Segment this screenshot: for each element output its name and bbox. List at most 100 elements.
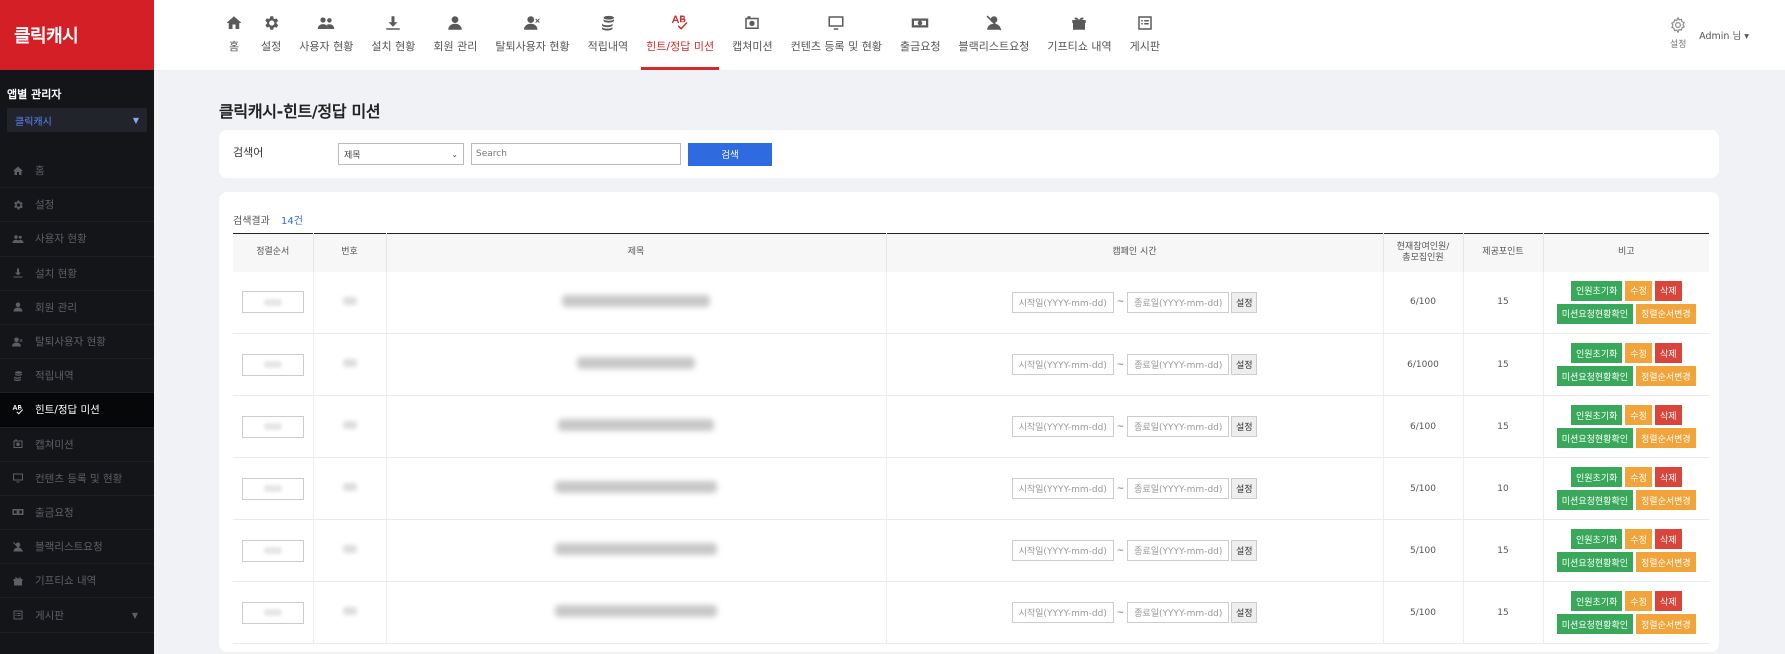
mission-status-button[interactable]: 미션요청현황확인	[1556, 366, 1634, 386]
top-settings-button[interactable]: 설정	[1669, 16, 1687, 50]
order-input[interactable]	[241, 539, 304, 562]
mission-status-button[interactable]: 미션요청현황확인	[1556, 428, 1634, 448]
set-period-button[interactable]: 설정	[1231, 602, 1258, 623]
title-cell[interactable]	[386, 395, 887, 458]
end-date-input[interactable]: 종료일(YYYY-mm-dd)	[1127, 540, 1230, 561]
sidebar-item-7[interactable]: 힌트/정답 미션	[0, 393, 154, 428]
edit-button[interactable]: 수정	[1625, 343, 1652, 363]
sidebar-item-13[interactable]: 게시판 ▼	[0, 598, 154, 633]
mission-status-button[interactable]: 미션요청현황확인	[1556, 614, 1634, 634]
order-input[interactable]	[241, 477, 304, 500]
title-cell[interactable]	[386, 333, 887, 396]
start-date-input[interactable]: 시작일(YYYY-mm-dd)	[1011, 416, 1114, 437]
table-row: 시작일(YYYY-mm-dd) ~ 종료일(YYYY-mm-dd) 설정 5/100 15…	[233, 519, 1709, 582]
points-cell: 15	[1463, 519, 1544, 582]
edit-button[interactable]: 수정	[1625, 529, 1652, 549]
top-nav-item-12[interactable]: 기프티쇼 내역	[1038, 0, 1120, 70]
top-nav-item-9[interactable]: 컨텐츠 등록 및 현황	[782, 0, 891, 70]
order-input[interactable]	[241, 415, 304, 438]
brand-logo[interactable]: 클릭캐시	[0, 0, 154, 70]
top-nav-item-8[interactable]: 캡쳐미션	[723, 0, 781, 70]
top-nav-item-0[interactable]: 홈	[216, 0, 252, 70]
mission-status-button[interactable]: 미션요청현황확인	[1556, 303, 1634, 324]
title-cell[interactable]	[386, 581, 887, 644]
change-order-button[interactable]: 정렬순서변경	[1636, 303, 1696, 324]
sidebar-item-5[interactable]: 탈퇴사용자 현황	[0, 325, 154, 360]
set-period-button[interactable]: 설정	[1231, 540, 1258, 561]
reset-participants-button[interactable]: 인원초기화	[1570, 280, 1623, 301]
title-cell[interactable]	[386, 271, 887, 334]
set-period-button[interactable]: 설정	[1231, 416, 1258, 437]
sidebar-item-9[interactable]: 컨텐츠 등록 및 현황	[0, 462, 154, 496]
change-order-button[interactable]: 정렬순서변경	[1636, 552, 1696, 572]
order-input[interactable]	[241, 601, 304, 624]
change-order-button[interactable]: 정렬순서변경	[1636, 614, 1696, 634]
search-button[interactable]: 검색	[688, 142, 772, 166]
sidebar-item-6[interactable]: 적립내역	[0, 359, 154, 394]
delete-button[interactable]: 삭제	[1654, 467, 1682, 487]
top-nav-item-10[interactable]: 출금요청	[891, 0, 949, 70]
set-period-button[interactable]: 설정	[1231, 478, 1258, 499]
start-date-input[interactable]: 시작일(YYYY-mm-dd)	[1011, 354, 1114, 375]
reset-participants-button[interactable]: 인원초기화	[1570, 591, 1623, 611]
app-select[interactable]: 클릭캐시 ▼	[7, 108, 147, 132]
end-date-input[interactable]: 종료일(YYYY-mm-dd)	[1127, 602, 1230, 623]
search-field-select[interactable]: 제목 ⌄	[338, 143, 464, 165]
start-date-input[interactable]: 시작일(YYYY-mm-dd)	[1011, 478, 1114, 499]
top-nav-item-6[interactable]: 적립내역	[579, 0, 637, 70]
edit-button[interactable]: 수정	[1625, 405, 1652, 425]
delete-button[interactable]: 삭제	[1654, 529, 1682, 549]
set-period-button[interactable]: 설정	[1231, 354, 1258, 375]
top-nav-item-13[interactable]: 게시판	[1121, 0, 1169, 70]
set-period-button[interactable]: 설정	[1231, 291, 1258, 313]
order-input[interactable]	[241, 353, 304, 376]
top-nav-item-5[interactable]: 탈퇴사용자 현황	[486, 0, 578, 70]
sidebar-item-3[interactable]: 설치 현황	[0, 257, 154, 291]
change-order-button[interactable]: 정렬순서변경	[1636, 366, 1696, 386]
end-date-input[interactable]: 종료일(YYYY-mm-dd)	[1127, 416, 1230, 437]
admin-menu[interactable]: Admin 님 ▾	[1699, 28, 1749, 42]
reset-participants-button[interactable]: 인원초기화	[1570, 343, 1623, 363]
sidebar-item-12[interactable]: 기프티쇼 내역	[0, 564, 154, 599]
search-input[interactable]	[471, 143, 681, 165]
reset-participants-button[interactable]: 인원초기화	[1570, 529, 1623, 549]
actions-cell: 인원초기화 수정 삭제미션요청현황확인 정렬순서변경	[1543, 395, 1709, 458]
delete-button[interactable]: 삭제	[1654, 405, 1682, 425]
sidebar-item-2[interactable]: 사용자 현황	[0, 222, 154, 257]
money-icon-svg	[12, 509, 24, 516]
top-nav-label: 블랙리스트요청	[958, 40, 1030, 53]
title-cell[interactable]	[386, 519, 887, 582]
top-nav-item-11[interactable]: 블랙리스트요청	[950, 0, 1039, 70]
start-date-input[interactable]: 시작일(YYYY-mm-dd)	[1011, 540, 1114, 561]
top-nav-item-7[interactable]: 힌트/정답 미션	[637, 0, 723, 70]
top-nav-item-1[interactable]: 설정	[252, 0, 290, 70]
sidebar-item-10[interactable]: 출금요청	[0, 496, 154, 531]
reset-participants-button[interactable]: 인원초기화	[1570, 405, 1623, 425]
top-nav-item-2[interactable]: 사용자 현황	[290, 0, 362, 70]
top-nav-item-4[interactable]: 회원 관리	[424, 0, 486, 70]
sidebar-item-4[interactable]: 회원 관리	[0, 291, 154, 325]
delete-button[interactable]: 삭제	[1654, 343, 1682, 363]
change-order-button[interactable]: 정렬순서변경	[1636, 428, 1696, 448]
edit-button[interactable]: 수정	[1625, 280, 1652, 301]
sidebar-item-0[interactable]: 홈	[0, 154, 154, 189]
delete-button[interactable]: 삭제	[1654, 591, 1682, 611]
sidebar-item-1[interactable]: 설정	[0, 188, 154, 223]
mission-status-button[interactable]: 미션요청현황확인	[1556, 552, 1634, 572]
edit-button[interactable]: 수정	[1625, 591, 1652, 611]
end-date-input[interactable]: 종료일(YYYY-mm-dd)	[1127, 291, 1230, 313]
start-date-input[interactable]: 시작일(YYYY-mm-dd)	[1011, 291, 1114, 313]
sidebar-item-8[interactable]: 캡쳐미션	[0, 428, 154, 462]
sidebar-item-11[interactable]: 블랙리스트요청	[0, 530, 154, 565]
reset-participants-button[interactable]: 인원초기화	[1570, 467, 1623, 487]
edit-button[interactable]: 수정	[1625, 467, 1652, 487]
start-date-input[interactable]: 시작일(YYYY-mm-dd)	[1011, 602, 1114, 623]
end-date-input[interactable]: 종료일(YYYY-mm-dd)	[1127, 478, 1230, 499]
top-nav-item-3[interactable]: 설치 현황	[362, 0, 424, 70]
order-input[interactable]	[241, 291, 304, 314]
title-cell[interactable]	[386, 457, 887, 520]
delete-button[interactable]: 삭제	[1654, 280, 1682, 301]
end-date-input[interactable]: 종료일(YYYY-mm-dd)	[1127, 354, 1230, 375]
change-order-button[interactable]: 정렬순서변경	[1636, 490, 1696, 510]
mission-status-button[interactable]: 미션요청현황확인	[1556, 490, 1634, 510]
